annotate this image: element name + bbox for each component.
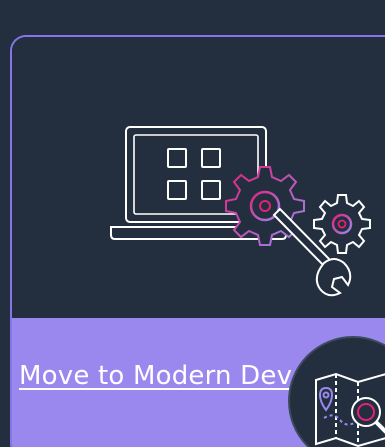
page: Move to Modern Dev <box>0 0 385 447</box>
small-gear-icon <box>313 194 371 254</box>
card-title-link[interactable]: Move to Modern Dev <box>19 360 292 392</box>
windows-grid-icon <box>167 148 221 200</box>
map-search-icon <box>315 372 385 447</box>
map-search-badge <box>288 336 385 447</box>
laptop-gears-wrench-icon <box>110 126 371 297</box>
card-illustration <box>12 37 385 318</box>
